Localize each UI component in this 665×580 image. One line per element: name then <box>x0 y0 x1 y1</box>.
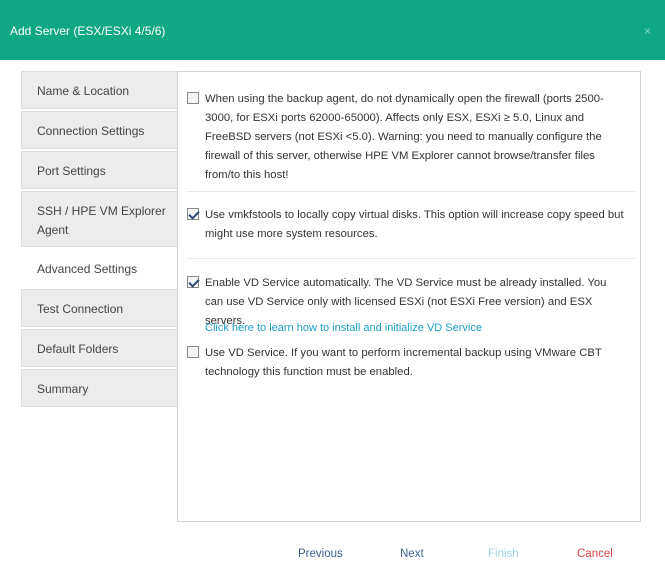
step-label: Test Connection <box>37 302 124 316</box>
cancel-button[interactable]: Cancel <box>577 548 613 560</box>
step-test-connection[interactable]: Test Connection <box>21 289 177 327</box>
wizard-steps-sidebar: Name & Location Connection Settings Port… <box>21 71 177 409</box>
step-label: Summary <box>37 382 89 396</box>
step-name-location[interactable]: Name & Location <box>21 71 177 109</box>
option-vd-use: Use VD Service. If you want to perform i… <box>187 344 627 382</box>
step-label: SSH / HPE VM Explorer Agent <box>37 204 166 237</box>
dialog-titlebar: Add Server (ESX/ESXi 4/5/6) × <box>0 0 665 60</box>
advanced-settings-panel: When using the backup agent, do not dyna… <box>177 71 641 522</box>
dialog-title: Add Server (ESX/ESXi 4/5/6) <box>10 24 166 38</box>
vd-service-help-link[interactable]: Click here to learn how to install and i… <box>205 322 482 334</box>
option-firewall: When using the backup agent, do not dyna… <box>187 90 627 185</box>
vd-use-checkbox[interactable] <box>187 346 199 358</box>
wizard-footer: Previous Next Finish Cancel <box>0 548 665 568</box>
step-port-settings[interactable]: Port Settings <box>21 151 177 189</box>
step-label: Connection Settings <box>37 124 145 138</box>
divider <box>187 258 635 259</box>
next-button[interactable]: Next <box>400 548 424 560</box>
previous-button[interactable]: Previous <box>298 548 343 560</box>
vd-use-option-text: Use VD Service. If you want to perform i… <box>205 347 602 378</box>
step-label: Advanced Settings <box>37 262 138 276</box>
step-advanced-settings[interactable]: Advanced Settings <box>21 249 177 287</box>
step-label: Name & Location <box>37 84 130 98</box>
vmkfstools-checkbox[interactable] <box>187 208 199 220</box>
divider <box>187 191 635 192</box>
vmkfstools-option-text: Use vmkfstools to locally copy virtual d… <box>205 209 624 240</box>
step-default-folders[interactable]: Default Folders <box>21 329 177 367</box>
step-connection-settings[interactable]: Connection Settings <box>21 111 177 149</box>
finish-button[interactable]: Finish <box>488 548 519 560</box>
firewall-checkbox[interactable] <box>187 92 199 104</box>
step-label: Port Settings <box>37 164 106 178</box>
firewall-option-text: When using the backup agent, do not dyna… <box>205 93 604 181</box>
step-label: Default Folders <box>37 342 119 356</box>
vd-auto-checkbox[interactable] <box>187 276 199 288</box>
step-ssh-agent[interactable]: SSH / HPE VM Explorer Agent <box>21 191 177 247</box>
close-icon[interactable]: × <box>644 24 651 38</box>
step-summary[interactable]: Summary <box>21 369 177 407</box>
option-vmkfstools: Use vmkfstools to locally copy virtual d… <box>187 206 627 244</box>
